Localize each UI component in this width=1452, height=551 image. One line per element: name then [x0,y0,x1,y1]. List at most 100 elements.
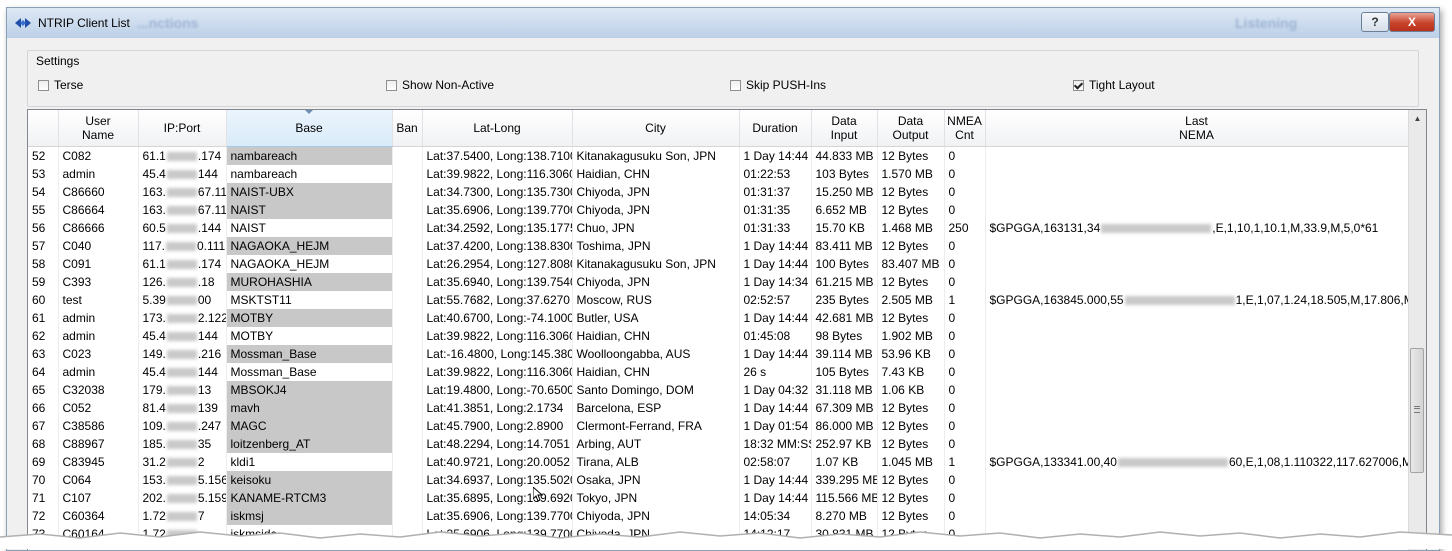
table-row[interactable]: 55C86664163.67.114NAIST Lat:35.6906, Long… [28,201,1409,219]
terse-checkbox[interactable]: Terse [38,78,83,92]
show-non-active-checkbox-box[interactable] [386,79,397,91]
close-button[interactable]: X [1389,12,1435,32]
data-input-cell: 6.652 MB [811,201,878,219]
header-lat-long[interactable]: Lat-Long [422,110,573,147]
table-row[interactable]: 71 C107 202. 5.159 KANAME-RTCM3 Lat:35.6895, … [28,489,1409,507]
base-cell: MBSOKJ4 [226,381,393,399]
ip-port-cell: 60.5.144 [138,219,227,237]
lat-long-cell: Lat:45.7900, Long:2.8900 [422,417,573,435]
last-nema-cell [985,399,1409,417]
table-row[interactable]: 56 C86666 60.5.144 NAIST Lat:34.2592, Long:1… [28,219,1409,237]
base-cell: Mossman_Base [226,345,393,363]
header-base[interactable]: Base [226,110,393,147]
last-nema-cell [985,183,1409,201]
last-nema-cell [985,146,1409,165]
table-row[interactable]: 58 C091 61.1.174 NAGAOKA_HEJM Lat:26.2954, L… [28,255,1409,273]
header-city[interactable]: City [572,110,740,147]
user-name-cell: C040 [58,237,139,255]
user-name-cell: C86666 [58,219,139,237]
table-row[interactable]: 62 admin 45.4 144 MOTBY Lat:39.9822, Long:116… [28,327,1409,345]
skip-push-ins-checkbox-box[interactable] [730,79,741,91]
header-index[interactable] [28,110,59,147]
header-data-output[interactable]: Data Output [877,110,945,147]
city-cell: Tirana, ALB [572,453,740,471]
header-ip-port[interactable]: IP:Port [138,110,227,147]
scrollbar-thumb[interactable] [1410,348,1424,473]
vertical-scrollbar[interactable]: ▲ [1408,110,1426,550]
row-index: 63 [28,345,59,363]
data-input-cell: 15.70 KB [811,219,878,237]
lat-long-cell: Lat:35.6895, Long:139.6920 [422,489,573,507]
ip-port-cell: 45.4 144 [138,327,227,345]
terse-checkbox-box[interactable] [38,79,49,91]
table-row[interactable]: 53 admin 45.4 144 nambareach Lat:39.9822, Lon… [28,165,1409,183]
table-row[interactable]: 60 test 5.39 00 MSKTST11 Lat:55.7682, Long:37… [28,291,1409,309]
header-duration[interactable]: Duration [739,110,812,147]
header-last-nema[interactable]: Last NEMA [985,110,1409,147]
redacted-blur [166,296,197,306]
city-cell: Osaka, JPN [572,471,740,489]
lat-long-cell: Lat:19.4800, Long:-70.6500 [422,381,573,399]
table-row[interactable]: 54C86660163.67.114NAIST-UBX Lat:34.7300, … [28,183,1409,201]
nmea-cnt-cell: 0 [944,327,986,345]
base-cell: MOTBY [226,327,393,345]
duration-cell: 1 Day 14:44 [739,345,812,363]
data-output-cell: 1.045 MB [877,453,945,471]
ban-cell [392,471,423,489]
ban-cell [392,237,423,255]
data-input-cell: 67.309 MB [811,399,878,417]
mouse-cursor-icon [533,487,543,502]
data-input-cell: 44.833 MB [811,146,878,165]
lat-long-cell: Lat:40.6700, Long:-74.1000 [422,309,573,327]
data-input-cell: 15.250 MB [811,183,878,201]
ip-port-cell: 179. 13 [138,381,227,399]
table-row[interactable]: 52 C082 61.1.174 nambareach Lat:37.5400, Lon… [28,146,1409,165]
title-bar[interactable]: NTRIP Client List ...nctions Listening ?… [7,8,1439,38]
table-row[interactable]: 63 C023 149. .216 Mossman_Base Lat:-16.4800, … [28,345,1409,363]
redacted-blur [165,242,196,252]
help-button[interactable]: ? [1361,12,1389,32]
header-ban[interactable]: Ban [392,110,423,147]
show-non-active-checkbox[interactable]: Show Non-Active [386,78,494,92]
table-row[interactable]: 67 C38586 109. .247 MAGC Lat:45.7900, Long:2.… [28,417,1409,435]
table-row[interactable]: 66 C052 81.4 139 mavh Lat:41.3851, Long:2.173… [28,399,1409,417]
ban-cell [392,219,423,237]
table-row[interactable]: 61 admin 173. 2.122 MOTBY Lat:40.6700, Long:-… [28,309,1409,327]
redacted-blur [166,422,197,432]
city-cell: Haidian, CHN [572,165,740,183]
redacted-blur [166,494,197,504]
city-cell: Moscow, RUS [572,291,740,309]
settings-group: Settings Terse Show Non-Active Skip PUSH… [27,50,1419,107]
tight-layout-checkbox-box[interactable] [1073,79,1084,91]
header-data-input[interactable]: Data Input [811,110,878,147]
tight-layout-checkbox[interactable]: Tight Layout [1073,78,1155,92]
redacted-blur [1117,458,1228,468]
data-output-cell: 12 Bytes [877,417,945,435]
table-row[interactable]: 65 C32038 179. 13 MBSOKJ4 Lat:19.4800, Long:-… [28,381,1409,399]
skip-push-ins-label: Skip PUSH-Ins [746,78,827,92]
header-user-name[interactable]: User Name [58,110,139,147]
user-name-cell: admin [58,327,139,345]
table-row[interactable]: 64 admin 45.4 144 Mossman_Base Lat:39.9822, L… [28,363,1409,381]
scroll-up-icon[interactable]: ▲ [1409,110,1426,127]
table-row[interactable]: 59 C393 126. .18 MUROHASHIA Lat:35.6940, Long… [28,273,1409,291]
skip-push-ins-checkbox[interactable]: Skip PUSH-Ins [730,78,826,92]
user-name-cell: admin [58,165,139,183]
nmea-cnt-cell: 0 [944,435,986,453]
ip-port-cell: 81.4 139 [138,399,227,417]
table-row[interactable]: 68 C88967 185. 35 loitzenberg_AT Lat:48.2294,… [28,435,1409,453]
duration-cell: 1 Day 14:34 [739,273,812,291]
ban-cell [392,345,423,363]
data-output-cell: 12 Bytes [877,399,945,417]
header-nmea-cnt[interactable]: NMEA Cnt [944,110,986,147]
table-row[interactable]: 69 C83945 31.2 2 kldi1 Lat:40.9721, Long:20.0… [28,453,1409,471]
duration-cell: 02:52:57 [739,291,812,309]
table-row[interactable]: 57 C040 117. 0.111 NAGAOKA_HEJM Lat:37.4200, … [28,237,1409,255]
data-output-cell: 12 Bytes [877,471,945,489]
last-nema-cell: $GPGGA,133341.00,40 60,E,1,08,1.110322,11… [985,453,1409,471]
nmea-cnt-cell: 0 [944,237,986,255]
user-name-cell: C83945 [58,453,139,471]
table-row[interactable]: 70 C064 153. 5.156 keisoku Lat:34.6937, Long:… [28,471,1409,489]
lat-long-cell: Lat:39.9822, Long:116.3060 [422,363,573,381]
ip-port-cell: 163.67.114 [138,183,227,201]
